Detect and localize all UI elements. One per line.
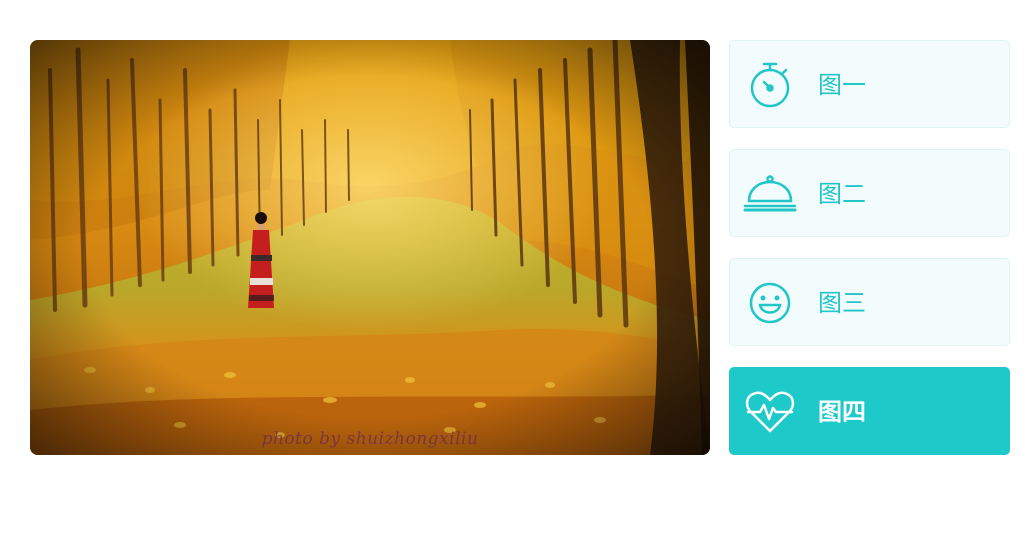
tab-image-2[interactable]: 图二 xyxy=(729,149,1010,237)
autumn-forest-image xyxy=(30,40,710,455)
photo-watermark: photo by shuizhongxiliu xyxy=(261,429,479,449)
tab-label: 图三 xyxy=(818,289,866,317)
tab-image-4[interactable]: 图四 xyxy=(729,367,1010,455)
gallery-widget: photo by shuizhongxiliu 图一 图二 图三 图四 xyxy=(0,0,1035,550)
tab-image-1[interactable]: 图一 xyxy=(729,40,1010,128)
heartbeat-icon xyxy=(742,384,798,440)
tab-image-3[interactable]: 图三 xyxy=(729,258,1010,346)
smiley-icon xyxy=(742,275,798,331)
gallery-tab-list: 图一 图二 图三 图四 xyxy=(729,40,1010,476)
tab-label: 图四 xyxy=(818,398,866,426)
gallery-photo: photo by shuizhongxiliu xyxy=(30,40,710,455)
cloche-icon xyxy=(742,166,798,222)
stopwatch-icon xyxy=(742,57,798,113)
tab-label: 图二 xyxy=(818,180,866,208)
tab-label: 图一 xyxy=(818,71,866,99)
